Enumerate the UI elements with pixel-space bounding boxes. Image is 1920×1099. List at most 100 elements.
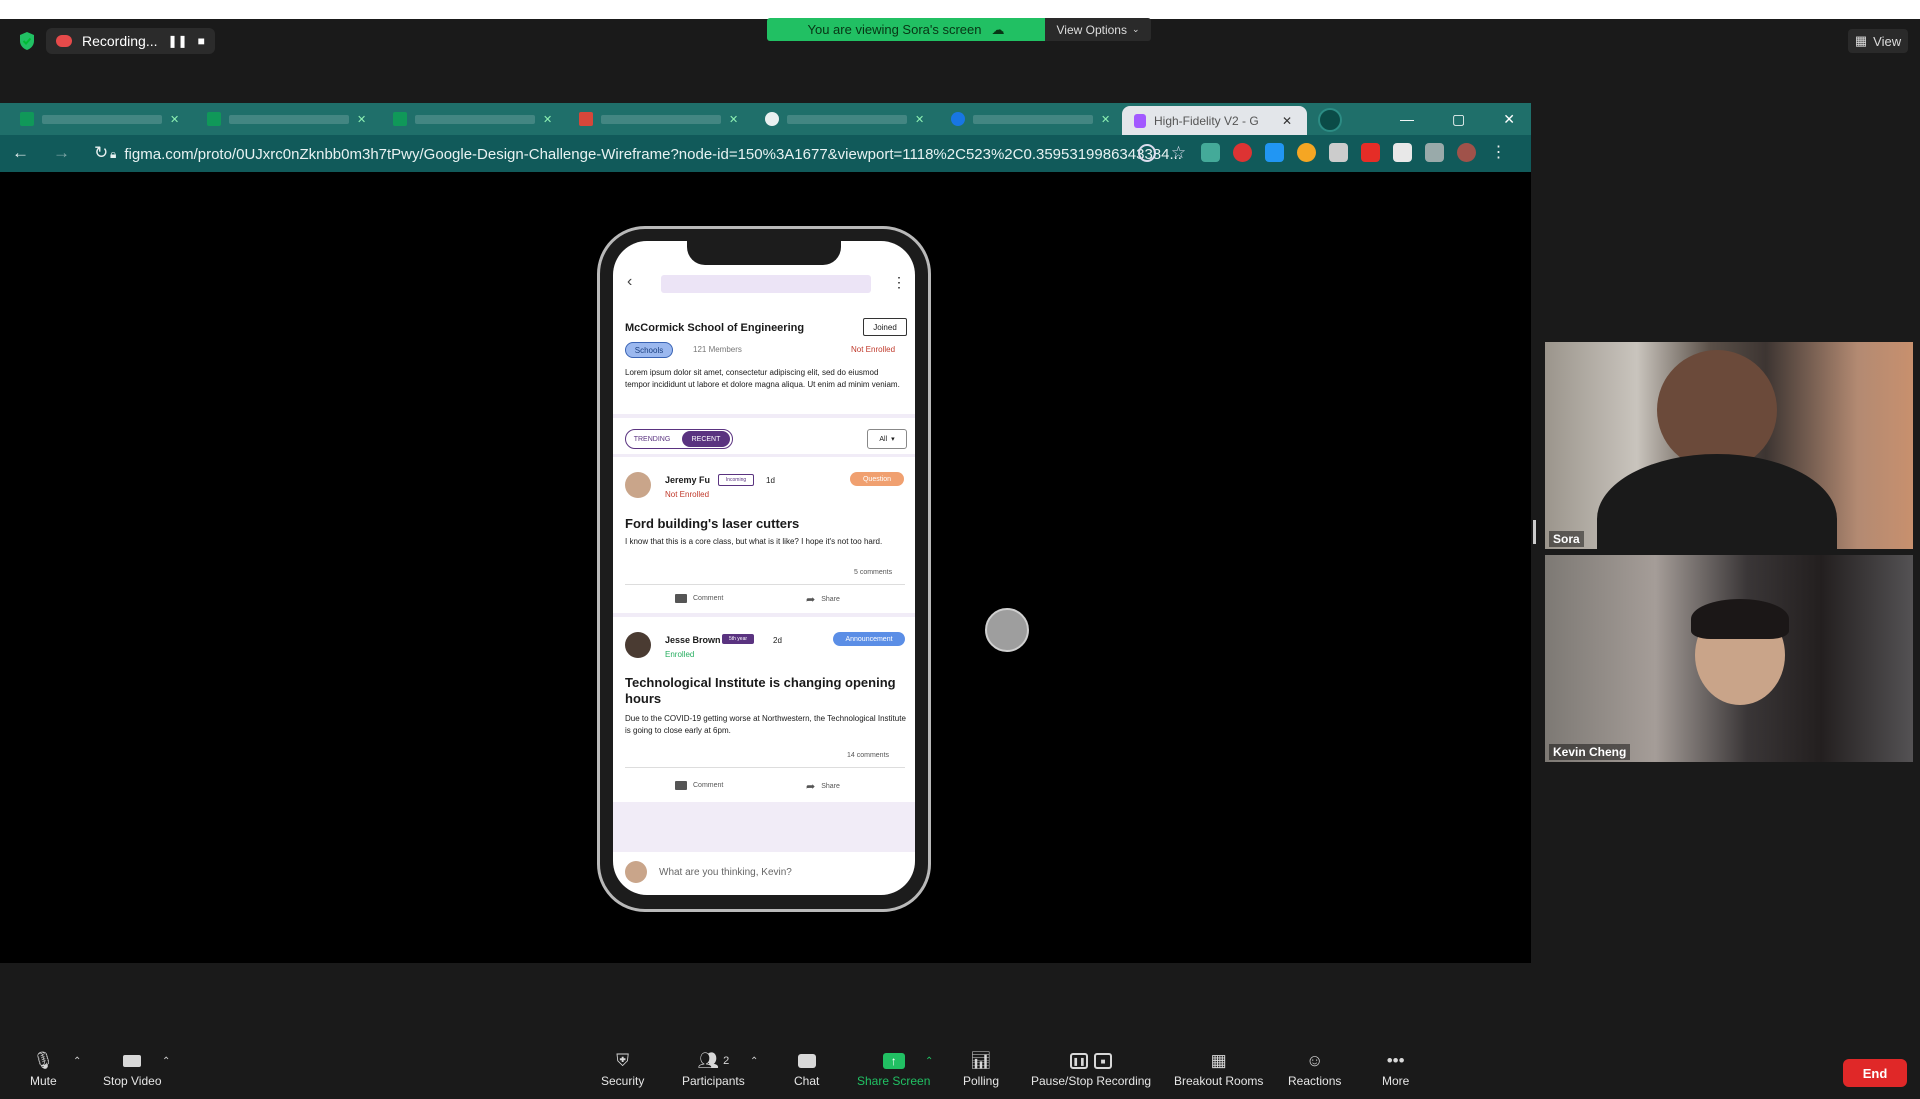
minimize-icon[interactable]: —: [1400, 111, 1414, 127]
comment-icon: [675, 781, 687, 790]
maximize-icon[interactable]: ▢: [1452, 111, 1465, 128]
mute-button[interactable]: 🎙︎ Mute: [30, 1051, 57, 1088]
close-tab-icon[interactable]: ✕: [729, 113, 738, 126]
post-author[interactable]: Jesse Brown: [665, 635, 721, 645]
view-options-button[interactable]: View Options ⌄: [1045, 18, 1151, 41]
more-button[interactable]: ••• More: [1382, 1051, 1409, 1088]
grey-extension-icon[interactable]: [1329, 143, 1348, 162]
menu-dots-icon[interactable]: ⋮: [1489, 143, 1508, 162]
participant-video-kevin[interactable]: Kevin Cheng: [1545, 555, 1913, 762]
security-shield-icon[interactable]: [18, 31, 36, 51]
stop-video-button[interactable]: Stop Video: [103, 1052, 162, 1088]
profile-avatar[interactable]: [1457, 143, 1476, 162]
composer-input[interactable]: What are you thinking, Kevin?: [659, 867, 792, 878]
share-screen-icon: ↑: [882, 1052, 905, 1070]
tab-title: [601, 114, 721, 124]
close-tab-icon[interactable]: ✕: [1282, 114, 1292, 128]
browser-tab[interactable]: ✕: [951, 106, 1110, 132]
close-tab-icon[interactable]: ✕: [543, 113, 552, 126]
joined-button[interactable]: Joined: [863, 318, 907, 336]
share-screen-chevron-icon[interactable]: ⌃: [925, 1056, 933, 1067]
comment-button[interactable]: Comment: [675, 781, 723, 790]
pause-recording-icon[interactable]: ❚❚: [167, 34, 187, 48]
post-time: 2d: [773, 636, 782, 645]
participants-icon: 👥︎ 2: [697, 1051, 730, 1070]
more-options-icon[interactable]: ⋮: [892, 274, 906, 291]
comment-count[interactable]: 5 comments: [854, 569, 892, 576]
screen-extension-icon[interactable]: [1393, 143, 1412, 162]
close-window-icon[interactable]: ✕: [1503, 111, 1515, 128]
red-extension-icon[interactable]: [1233, 143, 1252, 162]
participants-chevron-icon[interactable]: ⌃: [750, 1056, 758, 1067]
orange-extension-icon[interactable]: [1297, 143, 1316, 162]
post-title[interactable]: Ford building's laser cutters: [625, 516, 799, 531]
post-author[interactable]: Jeremy Fu: [665, 475, 710, 485]
browser-tab[interactable]: ✕: [765, 106, 924, 132]
stop-recording-icon[interactable]: ■: [198, 34, 205, 48]
browser-tab[interactable]: ✕: [393, 106, 552, 132]
browser-tab[interactable]: ✕: [20, 106, 179, 132]
reload-icon[interactable]: ↻: [94, 143, 108, 163]
close-tab-icon[interactable]: ✕: [915, 113, 924, 126]
filter-dropdown[interactable]: All ▾: [867, 429, 907, 449]
pause-stop-recording-button[interactable]: ❚❚ ■ Pause/Stop Recording: [1031, 1052, 1151, 1088]
comment-count[interactable]: 14 comments: [847, 752, 889, 759]
close-tab-icon[interactable]: ✕: [1101, 113, 1110, 126]
phone-notch: [687, 241, 841, 265]
lock-icon: 🔒︎: [110, 146, 117, 161]
star-icon[interactable]: ☆: [1169, 143, 1188, 162]
breakout-rooms-button[interactable]: ▦ Breakout Rooms: [1174, 1051, 1263, 1088]
divider: [613, 454, 915, 457]
puzzle-icon[interactable]: [1425, 143, 1444, 162]
share-button[interactable]: ➦ Share: [806, 780, 840, 793]
participant-video-sora[interactable]: Sora: [1545, 342, 1913, 584]
participants-button[interactable]: 👥︎ 2 Participants: [682, 1051, 745, 1088]
facebook-icon: [951, 112, 965, 126]
breakout-rooms-icon: ▦: [1210, 1051, 1227, 1070]
share-label: Share: [821, 783, 840, 790]
search-bar[interactable]: [661, 275, 871, 293]
post-title[interactable]: Technological Institute is changing open…: [625, 675, 907, 707]
category-chip[interactable]: Schools: [625, 342, 673, 358]
tab-title: [787, 114, 907, 124]
avatar: [625, 472, 651, 498]
polling-chart-icon: 📊︎: [970, 1051, 992, 1070]
forward-icon[interactable]: →: [53, 143, 70, 163]
tab-trending[interactable]: TRENDING: [627, 431, 677, 447]
close-tab-icon[interactable]: ✕: [357, 113, 366, 126]
youtube-extension-icon[interactable]: [1361, 143, 1380, 162]
share-button[interactable]: ➦ Share: [806, 593, 840, 606]
audio-options-chevron-icon[interactable]: ⌃: [73, 1056, 81, 1067]
polling-button[interactable]: 📊︎ Polling: [963, 1051, 999, 1088]
view-button[interactable]: ▦ View: [1848, 29, 1908, 53]
announcement-tag[interactable]: Announcement: [833, 632, 905, 646]
group-description: Lorem ipsum dolor sit amet, consectetur …: [625, 368, 900, 389]
video-options-chevron-icon[interactable]: ⌃: [162, 1056, 170, 1067]
emoji-plus-icon: ☺: [1306, 1051, 1324, 1070]
browser-tab[interactable]: ✕: [579, 106, 738, 132]
comment-button[interactable]: Comment: [675, 594, 723, 603]
browser-tab[interactable]: ✕: [207, 106, 366, 132]
chat-button[interactable]: Chat: [794, 1052, 819, 1088]
share-screen-button[interactable]: ↑ Share Screen: [857, 1052, 930, 1088]
tab-recent[interactable]: RECENT: [682, 431, 730, 447]
new-tab-button[interactable]: [1318, 108, 1342, 132]
question-tag[interactable]: Question: [850, 472, 904, 486]
back-chevron-icon[interactable]: ‹: [627, 273, 632, 291]
divider: [613, 613, 915, 617]
sync-extension-icon[interactable]: [1201, 143, 1220, 162]
grid-view-icon: ▦: [1854, 33, 1868, 48]
reactions-button[interactable]: ☺ Reactions: [1288, 1051, 1342, 1088]
back-icon[interactable]: ←: [12, 143, 29, 163]
cloud-extension-icon[interactable]: [1265, 143, 1284, 162]
address-bar[interactable]: 🔒︎ figma.com/proto/0UJxrc0nZknbb0m3h7tPw…: [110, 143, 1182, 165]
divider: [613, 414, 915, 418]
end-meeting-button[interactable]: End: [1843, 1059, 1907, 1087]
reactions-label: Reactions: [1288, 1074, 1342, 1088]
security-button[interactable]: ⛨ Security: [601, 1051, 644, 1088]
active-browser-tab[interactable]: High-Fidelity V2 - G ✕: [1122, 106, 1307, 135]
close-tab-icon[interactable]: ✕: [170, 113, 179, 126]
gallery-resize-handle[interactable]: [1533, 520, 1536, 544]
eye-off-icon[interactable]: [1138, 143, 1156, 162]
stop-video-label: Stop Video: [103, 1074, 162, 1088]
